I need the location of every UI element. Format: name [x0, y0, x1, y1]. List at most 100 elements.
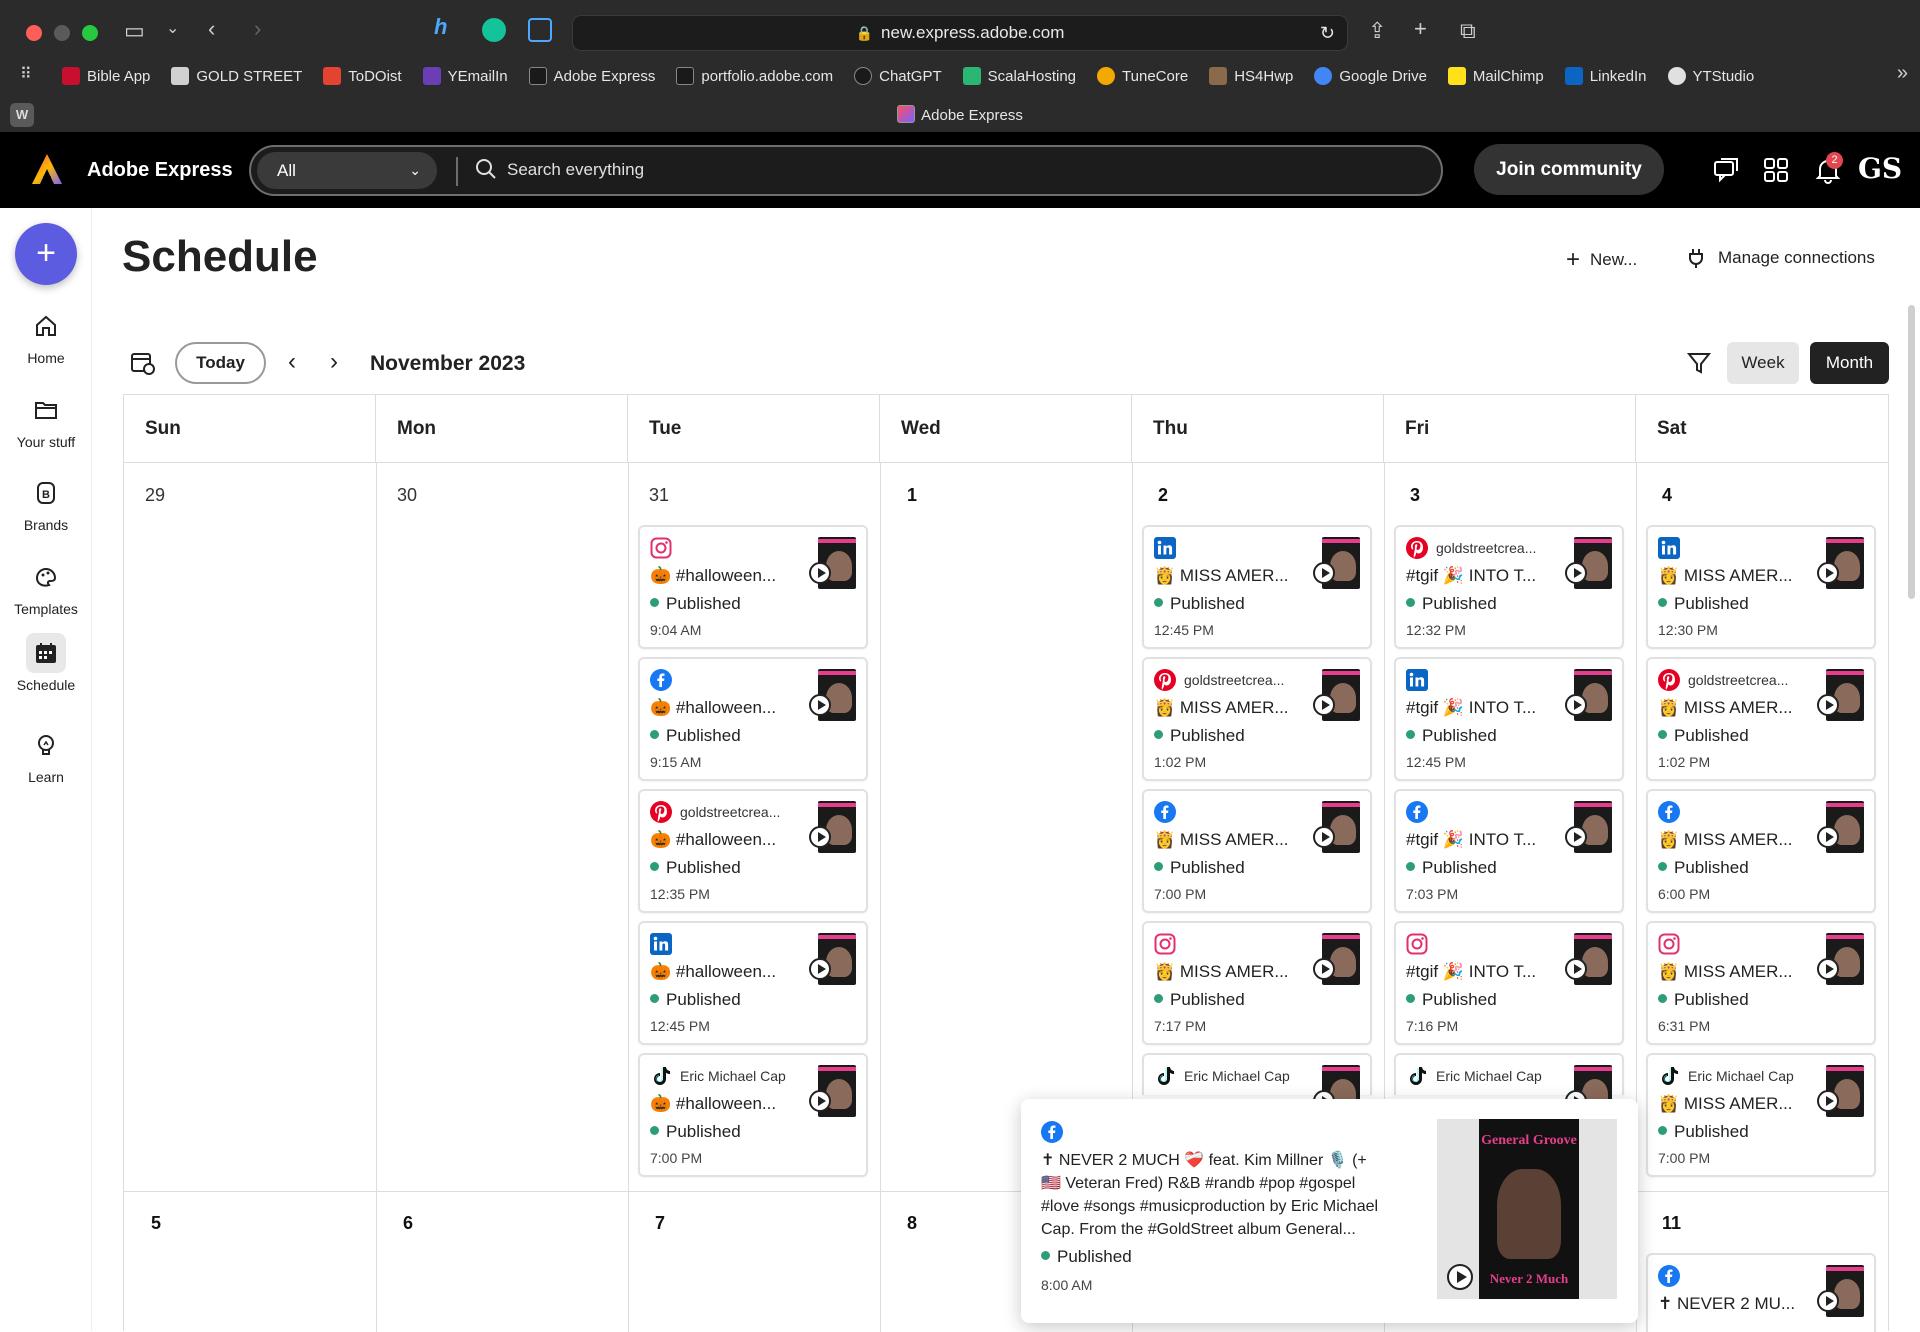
rail-item-templates[interactable]: Templates — [0, 557, 92, 617]
post-card[interactable]: 👸 MISS AMER... Published 12:45 PM — [1142, 525, 1372, 649]
day-number[interactable]: 8 — [907, 1213, 917, 1234]
minimize-window-button[interactable] — [54, 25, 70, 41]
day-number[interactable]: 5 — [151, 1213, 161, 1234]
day-number[interactable]: 1 — [907, 485, 917, 506]
share-icon[interactable]: ⇪ — [1368, 18, 1386, 44]
join-community-button[interactable]: Join community — [1474, 144, 1664, 195]
brand-icon: B — [26, 473, 66, 513]
rail-item-your-stuff[interactable]: Your stuff — [0, 390, 92, 450]
manage-connections-button[interactable]: Manage connections — [1684, 246, 1875, 270]
post-media-preview[interactable]: General Groove Never 2 Much — [1437, 1119, 1617, 1299]
post-card[interactable]: 👸 MISS AMER... Published 12:30 PM — [1646, 525, 1876, 649]
post-card[interactable]: #tgif 🎉 INTO T... Published 7:16 PM — [1394, 921, 1624, 1045]
post-card[interactable]: #tgif 🎉 INTO T... Published 12:45 PM — [1394, 657, 1624, 781]
post-card[interactable]: goldstreetcrea... 🎃 #halloween... Publishe… — [638, 789, 868, 913]
post-card[interactable]: Eric Michael Cap 🎃 #halloween... Published… — [638, 1053, 868, 1177]
post-card[interactable]: 🎃 #halloween... Published 9:04 AM — [638, 525, 868, 649]
previous-month-icon[interactable]: ‹ — [288, 348, 296, 376]
extension-h-icon[interactable]: h — [434, 14, 447, 40]
instagram-icon — [650, 537, 672, 559]
day-number[interactable]: 29 — [145, 485, 165, 506]
next-month-icon[interactable]: › — [330, 348, 338, 376]
grammarly-extension-icon[interactable] — [482, 18, 506, 42]
day-number[interactable]: 6 — [403, 1213, 413, 1234]
bookmark-item[interactable]: Google Drive — [1314, 67, 1427, 85]
bookmark-item[interactable]: YTStudio — [1667, 67, 1754, 85]
post-card[interactable]: 👸 MISS AMER... Published 6:31 PM — [1646, 921, 1876, 1045]
post-card[interactable]: Eric Michael Cap — [1142, 1053, 1372, 1117]
week-view-button[interactable]: Week — [1727, 342, 1799, 384]
post-card[interactable]: #tgif 🎉 INTO T... Published 7:03 PM — [1394, 789, 1624, 913]
calendar-settings-icon[interactable] — [130, 350, 156, 376]
bookmark-item[interactable]: LinkedIn — [1564, 67, 1647, 85]
bookmark-item[interactable]: YEmailIn — [422, 67, 508, 85]
rail-item-schedule[interactable]: Schedule — [0, 633, 92, 693]
back-icon[interactable]: ‹ — [208, 16, 215, 42]
bookmark-favicon-icon — [854, 67, 873, 85]
post-time: 8:00 AM — [1041, 1277, 1093, 1293]
post-card[interactable]: goldstreetcrea... #tgif 🎉 INTO T... Publis… — [1394, 525, 1624, 649]
bookmark-item[interactable]: Adobe Express — [528, 67, 655, 85]
bookmark-item[interactable]: HS4Hwp — [1209, 67, 1293, 85]
zoom-window-button[interactable] — [82, 25, 98, 41]
day-number[interactable]: 4 — [1662, 485, 1672, 506]
rail-item-learn[interactable]: Learn — [0, 725, 92, 785]
post-time: 9:04 AM — [650, 622, 702, 638]
post-card[interactable]: 🎃 #halloween... Published 9:15 AM — [638, 657, 868, 781]
svg-text:B: B — [42, 489, 50, 501]
day-number[interactable]: 2 — [1158, 485, 1168, 506]
more-bookmarks-icon[interactable]: » — [1897, 62, 1908, 85]
post-card[interactable]: 👸 MISS AMER... Published 7:00 PM — [1142, 789, 1372, 913]
bookmark-item[interactable]: GOLD STREET — [171, 67, 302, 85]
post-card[interactable]: 🎃 #halloween... Published 12:45 PM — [638, 921, 868, 1045]
bookmark-item[interactable]: ChatGPT — [854, 67, 942, 85]
new-post-button[interactable]: + New... — [1566, 246, 1637, 274]
page-scrollbar[interactable] — [1908, 305, 1915, 599]
chevron-down-icon: ⌄ — [409, 162, 421, 178]
post-card[interactable]: ✝ NEVER 2 MU... — [1646, 1253, 1876, 1332]
chat-icon[interactable] — [1712, 156, 1740, 184]
reload-icon[interactable]: ↻ — [1320, 23, 1335, 44]
tab-overview-icon[interactable]: ⧉ — [1460, 18, 1476, 44]
bookmark-item[interactable]: ScalaHosting — [962, 67, 1076, 85]
post-preview-popover[interactable]: ✝ NEVER 2 MUCH ❤️‍🩹 feat. Kim Millner 🎙️… — [1021, 1099, 1638, 1323]
today-button[interactable]: Today — [175, 342, 266, 384]
bookmark-item[interactable]: Bible App — [62, 67, 150, 85]
rail-item-home[interactable]: Home — [0, 306, 92, 366]
play-video-icon[interactable] — [1447, 1264, 1473, 1290]
bookmark-item[interactable]: TuneCore — [1097, 67, 1188, 85]
post-card[interactable]: Eric Michael Cap — [1394, 1053, 1624, 1117]
day-number[interactable]: 31 — [649, 485, 669, 506]
day-number[interactable]: 7 — [655, 1213, 665, 1234]
rail-item-brands[interactable]: B Brands — [0, 473, 92, 533]
day-number[interactable]: 3 — [1410, 485, 1420, 506]
month-view-button[interactable]: Month — [1810, 342, 1889, 384]
search-scope-select[interactable]: All ⌄ — [257, 152, 437, 189]
apps-grid-icon[interactable]: ⠿ — [20, 64, 32, 84]
bookmark-item[interactable]: portfolio.adobe.com — [676, 67, 833, 85]
address-bar[interactable]: 🔒 new.express.adobe.com ↻ — [572, 15, 1348, 51]
bookmark-item[interactable]: ToDOist — [323, 67, 402, 85]
chevron-down-icon[interactable]: ⌄ — [166, 18, 179, 38]
post-card[interactable]: Eric Michael Cap 👸 MISS AMER... Published 7… — [1646, 1053, 1876, 1177]
day-number[interactable]: 11 — [1662, 1213, 1681, 1234]
adobe-express-logo-icon[interactable] — [30, 152, 64, 186]
rail-item-label: Your stuff — [16, 434, 76, 450]
extension-notes-icon[interactable] — [528, 18, 552, 42]
bookmark-item[interactable]: MailChimp — [1447, 67, 1544, 85]
filter-icon[interactable] — [1686, 350, 1712, 376]
apps-grid-icon[interactable] — [1762, 156, 1790, 184]
close-window-button[interactable] — [26, 25, 42, 41]
sidebar-toggle-icon[interactable]: ▭ — [124, 18, 145, 44]
create-button[interactable]: + — [15, 223, 77, 285]
new-tab-icon[interactable]: + — [1414, 16, 1427, 42]
search-input[interactable]: Search everything — [507, 160, 644, 180]
active-tab[interactable]: Adobe Express — [0, 105, 1920, 124]
post-card[interactable]: 👸 MISS AMER... Published 6:00 PM — [1646, 789, 1876, 913]
post-card[interactable]: 👸 MISS AMER... Published 7:17 PM — [1142, 921, 1372, 1045]
avatar[interactable]: GS — [1858, 152, 1902, 185]
post-card[interactable]: goldstreetcrea... 👸 MISS AMER... Published… — [1142, 657, 1372, 781]
forward-icon[interactable]: › — [254, 16, 261, 42]
day-number[interactable]: 30 — [397, 485, 417, 506]
post-card[interactable]: goldstreetcrea... 👸 MISS AMER... Published… — [1646, 657, 1876, 781]
